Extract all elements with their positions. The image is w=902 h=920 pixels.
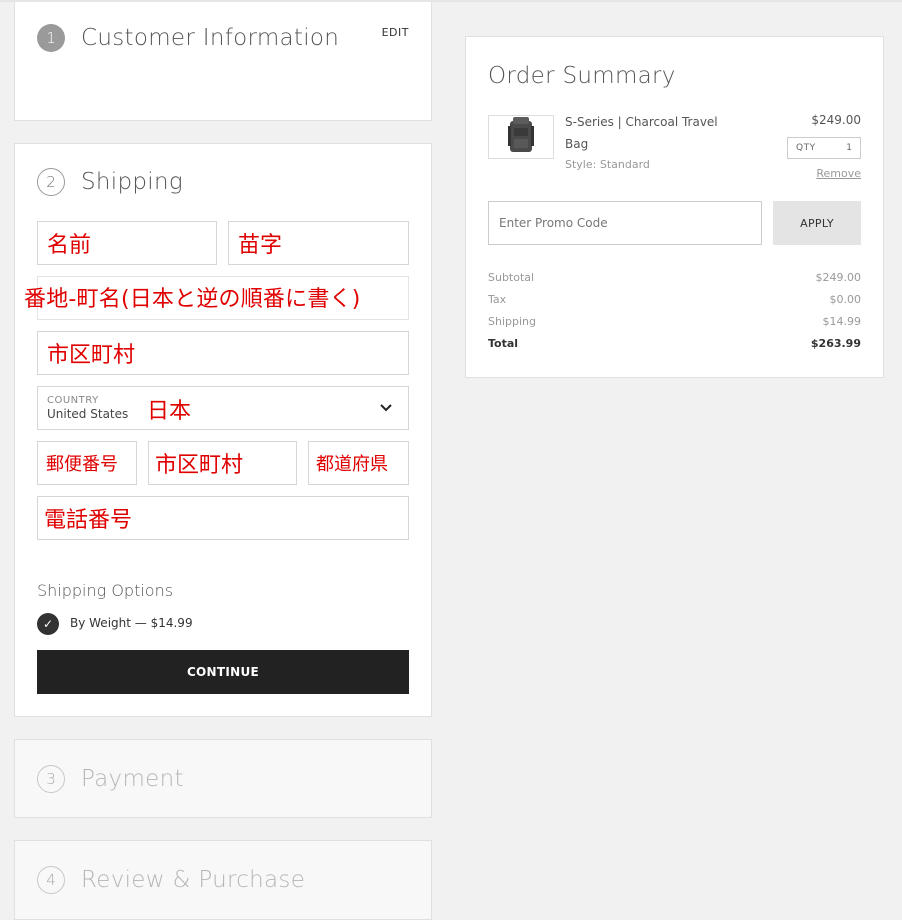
totals-table: Subtotal $249.00 Tax $0.00 Shipping $14.… (488, 271, 861, 359)
remove-item-link[interactable]: Remove (816, 167, 861, 180)
step-title-shipping: Shipping (81, 169, 183, 195)
city2-field[interactable]: 市区町村 (148, 441, 297, 485)
address-annotation: 番地-町名(日本と逆の順番に書く) (24, 287, 361, 312)
phone-annotation: 電話番号 (44, 508, 133, 533)
payment-section: 3 Payment (14, 739, 432, 818)
product-style: Style: Standard (565, 158, 650, 171)
prefecture-annotation: 都道府県 (316, 454, 388, 475)
step-number-4: 4 (37, 866, 65, 894)
check-icon: ✓ (42, 617, 54, 631)
tax-label: Tax (488, 293, 507, 306)
backpack-icon (507, 116, 535, 158)
country-select[interactable]: COUNTRY United States 日本 (37, 386, 409, 430)
edit-customer-link[interactable]: EDIT (382, 26, 409, 39)
chevron-down-icon (380, 401, 392, 416)
phone-field[interactable]: 電話番号 (37, 496, 409, 540)
tax-value: $0.00 (829, 293, 862, 306)
postal-annotation: 郵便番号 (46, 454, 118, 475)
step-title-payment: Payment (81, 766, 184, 792)
city-field[interactable]: 市区町村 (37, 331, 409, 375)
subtotal-label: Subtotal (488, 271, 535, 284)
subtotal-row: Subtotal $249.00 (488, 271, 861, 293)
step-title-customer: Customer Information (81, 25, 340, 51)
quantity-input[interactable]: QTY 1 (787, 137, 861, 159)
postal-code-field[interactable]: 郵便番号 (37, 441, 137, 485)
first-name-field[interactable]: 名前 (37, 221, 217, 265)
product-thumbnail (488, 115, 554, 159)
shipping-section: 2 Shipping 名前 苗字 番地-町名(日本と逆の順番に書く) 市区町村 … (14, 143, 432, 717)
shipping-row: Shipping $14.99 (488, 315, 861, 337)
apply-promo-button[interactable]: APPLY (773, 201, 861, 245)
shipping-label: Shipping (488, 315, 536, 328)
total-value: $263.99 (810, 337, 861, 350)
review-header: 4 Review & Purchase (37, 866, 305, 894)
step-number-3: 3 (37, 765, 65, 793)
customer-info-header: 1 Customer Information (37, 24, 339, 52)
country-label: COUNTRY (47, 395, 99, 406)
shipping-header: 2 Shipping (37, 168, 183, 196)
city2-annotation: 市区町村 (155, 453, 244, 478)
last-name-field[interactable]: 苗字 (228, 221, 409, 265)
shipping-option-label[interactable]: By Weight — $14.99 (70, 616, 193, 630)
tax-row: Tax $0.00 (488, 293, 861, 315)
total-label: Total (488, 337, 519, 350)
order-summary-title: Order Summary (488, 63, 676, 89)
payment-header: 3 Payment (37, 765, 184, 793)
continue-button[interactable]: CONTINUE (37, 650, 409, 694)
country-annotation: 日本 (147, 399, 192, 424)
shipping-option-radio[interactable]: ✓ (37, 613, 59, 635)
qty-label: QTY (796, 143, 816, 153)
first-name-annotation: 名前 (47, 233, 92, 258)
order-summary-panel: Order Summary S-Series | Charcoal Travel… (465, 36, 884, 378)
subtotal-value: $249.00 (815, 271, 862, 284)
city-annotation: 市区町村 (47, 343, 136, 368)
product-name[interactable]: S-Series | Charcoal Travel Bag (565, 111, 735, 155)
country-value: United States (47, 407, 129, 421)
shipping-options-label: Shipping Options (37, 581, 174, 600)
qty-value: 1 (846, 143, 852, 153)
review-section: 4 Review & Purchase (14, 840, 432, 920)
prefecture-field[interactable]: 都道府県 (308, 441, 409, 485)
last-name-annotation: 苗字 (238, 233, 283, 258)
total-row: Total $263.99 (488, 337, 861, 359)
promo-code-input[interactable] (488, 201, 762, 245)
step-number-1: 1 (37, 24, 65, 52)
customer-info-section: 1 Customer Information EDIT (14, 2, 432, 121)
shipping-value: $14.99 (822, 315, 862, 328)
product-price: $249.00 (811, 113, 861, 127)
step-title-review: Review & Purchase (81, 867, 306, 893)
step-number-2: 2 (37, 168, 65, 196)
